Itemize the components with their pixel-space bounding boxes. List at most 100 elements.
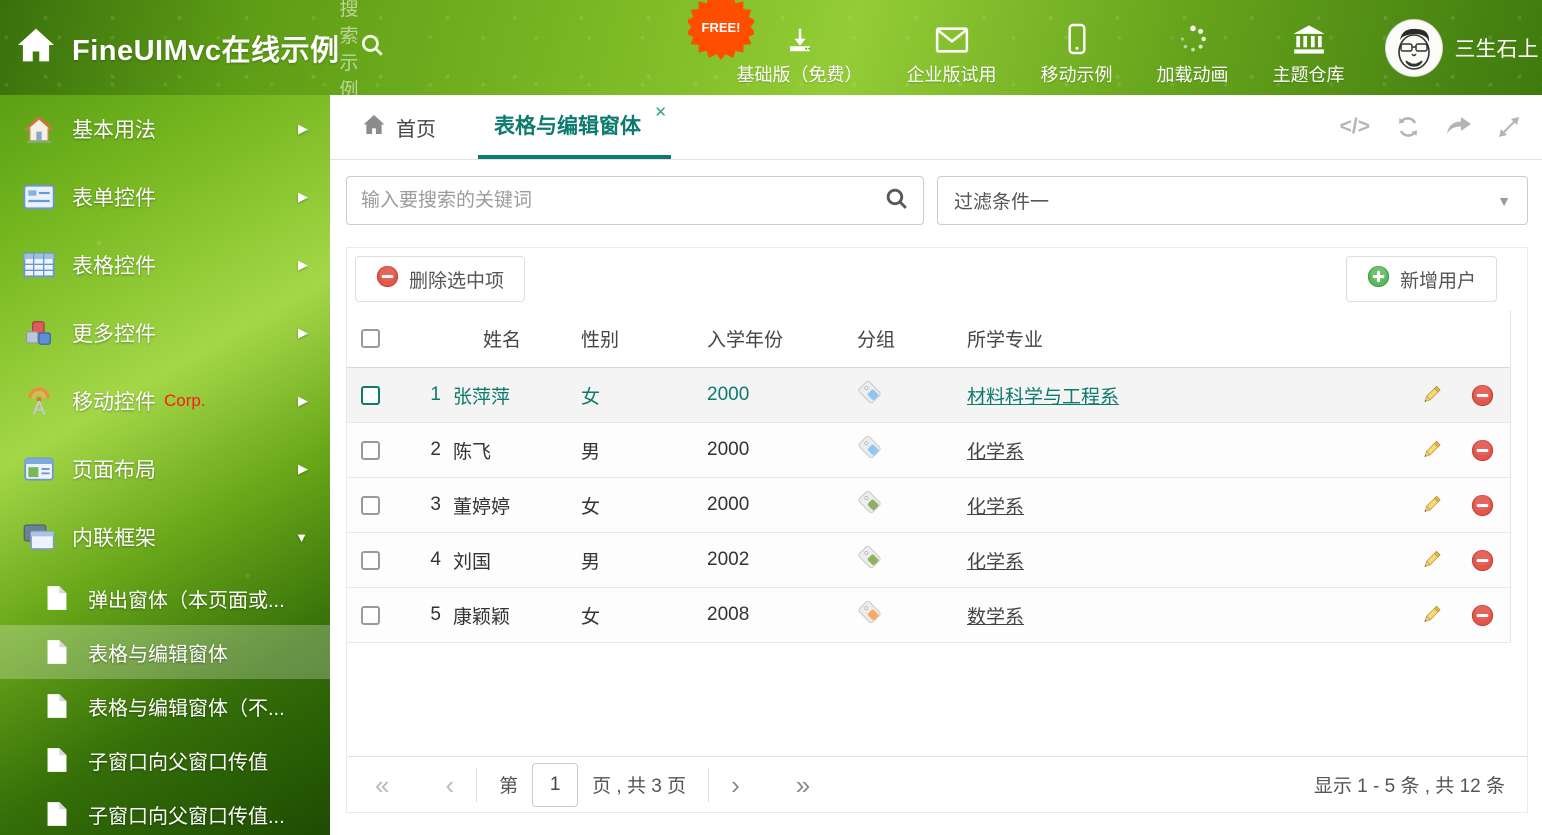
major-link[interactable]: 数学系 — [967, 607, 1024, 628]
major-link[interactable]: 材料科学与工程系 — [967, 387, 1119, 408]
sidebar-item-more-controls[interactable]: 更多控件 ▶ — [0, 299, 330, 367]
brand[interactable]: FineUIMvc在线示例 — [0, 27, 340, 69]
delete-row-icon[interactable] — [1454, 384, 1510, 407]
major-link[interactable]: 化学系 — [967, 442, 1024, 463]
search-icon[interactable] — [359, 32, 385, 63]
tab-grid-edit-window[interactable]: 表格与编辑窗体 ✕ — [478, 95, 671, 159]
sidebar-item-label: 表格控件 — [72, 250, 156, 280]
delete-selected-label: 删除选中项 — [409, 266, 504, 293]
header-search[interactable]: 搜索示例 — [340, 0, 385, 102]
add-user-button[interactable]: 新增用户 — [1346, 256, 1497, 302]
filter-dropdown[interactable]: 过滤条件一 ▼ — [937, 176, 1528, 225]
frames-icon — [22, 521, 56, 553]
avatar[interactable] — [1385, 19, 1443, 77]
column-header-gender[interactable]: 性别 — [569, 325, 689, 352]
major-link[interactable]: 化学系 — [967, 552, 1024, 573]
major-link[interactable]: 化学系 — [967, 497, 1024, 518]
table-row[interactable]: 5 康颖颖 女 2008 数学系 — [347, 588, 1510, 643]
close-icon[interactable]: ✕ — [654, 103, 667, 121]
keyword-search-input[interactable] — [361, 190, 884, 212]
sidebar-item-basic-usage[interactable]: 基本用法 ▶ — [0, 95, 330, 163]
sidebar-item-label: 移动控件 — [72, 386, 156, 416]
cell-year: 2002 — [689, 549, 839, 571]
sidebar-subitem-label: 弹出窗体（本页面或... — [88, 584, 285, 613]
sidebar-item-grid-controls[interactable]: 表格控件 ▶ — [0, 231, 330, 299]
delete-row-icon[interactable] — [1454, 604, 1510, 627]
edit-icon[interactable] — [1408, 548, 1454, 572]
tab-label: 首页 — [396, 113, 436, 142]
table-row[interactable]: 4 刘国 男 2002 化学系 — [347, 533, 1510, 588]
page-number-input[interactable] — [532, 763, 578, 807]
prev-page-icon[interactable]: ‹ — [445, 772, 454, 798]
row-checkbox[interactable] — [361, 606, 380, 625]
maximize-icon[interactable] — [1498, 116, 1520, 138]
sidebar-item-label: 页面布局 — [72, 454, 156, 484]
sidebar-item-mobile-controls[interactable]: 移动控件 Corp. ▶ — [0, 367, 330, 435]
column-header-name[interactable]: 姓名 — [441, 325, 569, 352]
nav-enterprise-trial[interactable]: 企业版试用 — [885, 9, 1019, 87]
record-count-summary: 显示 1 - 5 条 , 共 12 条 — [1314, 771, 1505, 798]
plus-circle-icon — [1367, 265, 1390, 294]
file-icon — [46, 639, 70, 665]
sidebar-subitem-popup-window[interactable]: 弹出窗体（本页面或... — [0, 571, 330, 625]
next-page-icon[interactable]: › — [731, 772, 740, 798]
column-header-major[interactable]: 所学专业 — [949, 325, 1408, 352]
sidebar-subitem-child-to-parent-2[interactable]: 子窗口向父窗口传值... — [0, 787, 330, 835]
edit-icon[interactable] — [1408, 438, 1454, 462]
first-page-icon[interactable]: « — [375, 772, 389, 798]
app-header: FineUIMvc在线示例 搜索示例 FREE! 基础版（免费） 企业版试用 移… — [0, 0, 1542, 95]
download-icon — [784, 23, 816, 55]
edit-icon[interactable] — [1408, 603, 1454, 627]
table-row[interactable]: 3 董婷婷 女 2000 化学系 — [347, 478, 1510, 533]
refresh-icon[interactable] — [1396, 115, 1420, 139]
column-header-group[interactable]: 分组 — [839, 325, 949, 352]
nav-label[interactable]: 主题仓库 — [1273, 61, 1345, 87]
nav-loading-animation[interactable]: 加载动画 — [1135, 9, 1251, 87]
table-row[interactable]: 1 张萍萍 女 2000 材料科学与工程系 — [347, 368, 1510, 423]
user-menu[interactable]: 三生石上 ▼ — [1385, 19, 1542, 77]
table-row[interactable]: 2 陈飞 男 2000 化学系 — [347, 423, 1510, 478]
tab-content: 过滤条件一 ▼ 删除选中项 新增用户 — [330, 160, 1542, 835]
sidebar-subitem-child-to-parent[interactable]: 子窗口向父窗口传值 — [0, 733, 330, 787]
nav-label[interactable]: 企业版试用 — [907, 61, 997, 87]
select-all-checkbox[interactable] — [361, 329, 380, 348]
last-page-icon[interactable]: » — [796, 772, 810, 798]
sidebar-subitem-grid-edit-window[interactable]: 表格与编辑窗体 — [0, 625, 330, 679]
open-new-window-icon[interactable] — [1446, 116, 1472, 138]
row-checkbox[interactable] — [361, 551, 380, 570]
delete-selected-button[interactable]: 删除选中项 — [355, 256, 525, 302]
nav-label[interactable]: 加载动画 — [1157, 61, 1229, 87]
cell-gender: 男 — [569, 437, 689, 464]
source-code-icon[interactable]: </> — [1340, 115, 1370, 139]
sidebar-item-form-controls[interactable]: 表单控件 ▶ — [0, 163, 330, 231]
header-search-placeholder[interactable]: 搜索示例 — [340, 0, 359, 102]
keyword-search-box[interactable] — [346, 176, 924, 225]
edit-icon[interactable] — [1408, 383, 1454, 407]
cell-year: 2008 — [689, 604, 839, 626]
chevron-down-icon: ▼ — [1497, 193, 1511, 209]
delete-row-icon[interactable] — [1454, 549, 1510, 572]
nav-mobile-demo[interactable]: 移动示例 — [1019, 9, 1135, 87]
user-name[interactable]: 三生石上 ▼ — [1455, 33, 1542, 63]
arrow-right-icon: ▶ — [298, 393, 308, 409]
row-checkbox[interactable] — [361, 496, 380, 515]
sidebar-subitem-label: 子窗口向父窗口传值... — [88, 800, 285, 829]
sidebar-subitem-grid-edit-window-2[interactable]: 表格与编辑窗体（不... — [0, 679, 330, 733]
delete-row-icon[interactable] — [1454, 439, 1510, 462]
nav-theme-store[interactable]: 主题仓库 — [1251, 9, 1367, 87]
delete-row-icon[interactable] — [1454, 494, 1510, 517]
corp-badge: Corp. — [164, 391, 206, 411]
row-checkbox[interactable] — [361, 441, 380, 460]
cell-gender: 女 — [569, 382, 689, 409]
column-header-year[interactable]: 入学年份 — [689, 325, 839, 352]
page-total: 页 , 共 3 页 — [592, 771, 686, 798]
edit-icon[interactable] — [1408, 493, 1454, 517]
sidebar-item-inline-frame[interactable]: 内联框架 ▼ — [0, 503, 330, 571]
search-icon[interactable] — [884, 186, 909, 216]
file-icon — [46, 801, 70, 827]
sidebar-item-page-layout[interactable]: 页面布局 ▶ — [0, 435, 330, 503]
nav-label[interactable]: 移动示例 — [1041, 61, 1113, 87]
row-checkbox[interactable] — [361, 386, 380, 405]
tab-home[interactable]: 首页 — [346, 95, 452, 159]
nav-label[interactable]: 基础版（免费） — [737, 61, 863, 87]
